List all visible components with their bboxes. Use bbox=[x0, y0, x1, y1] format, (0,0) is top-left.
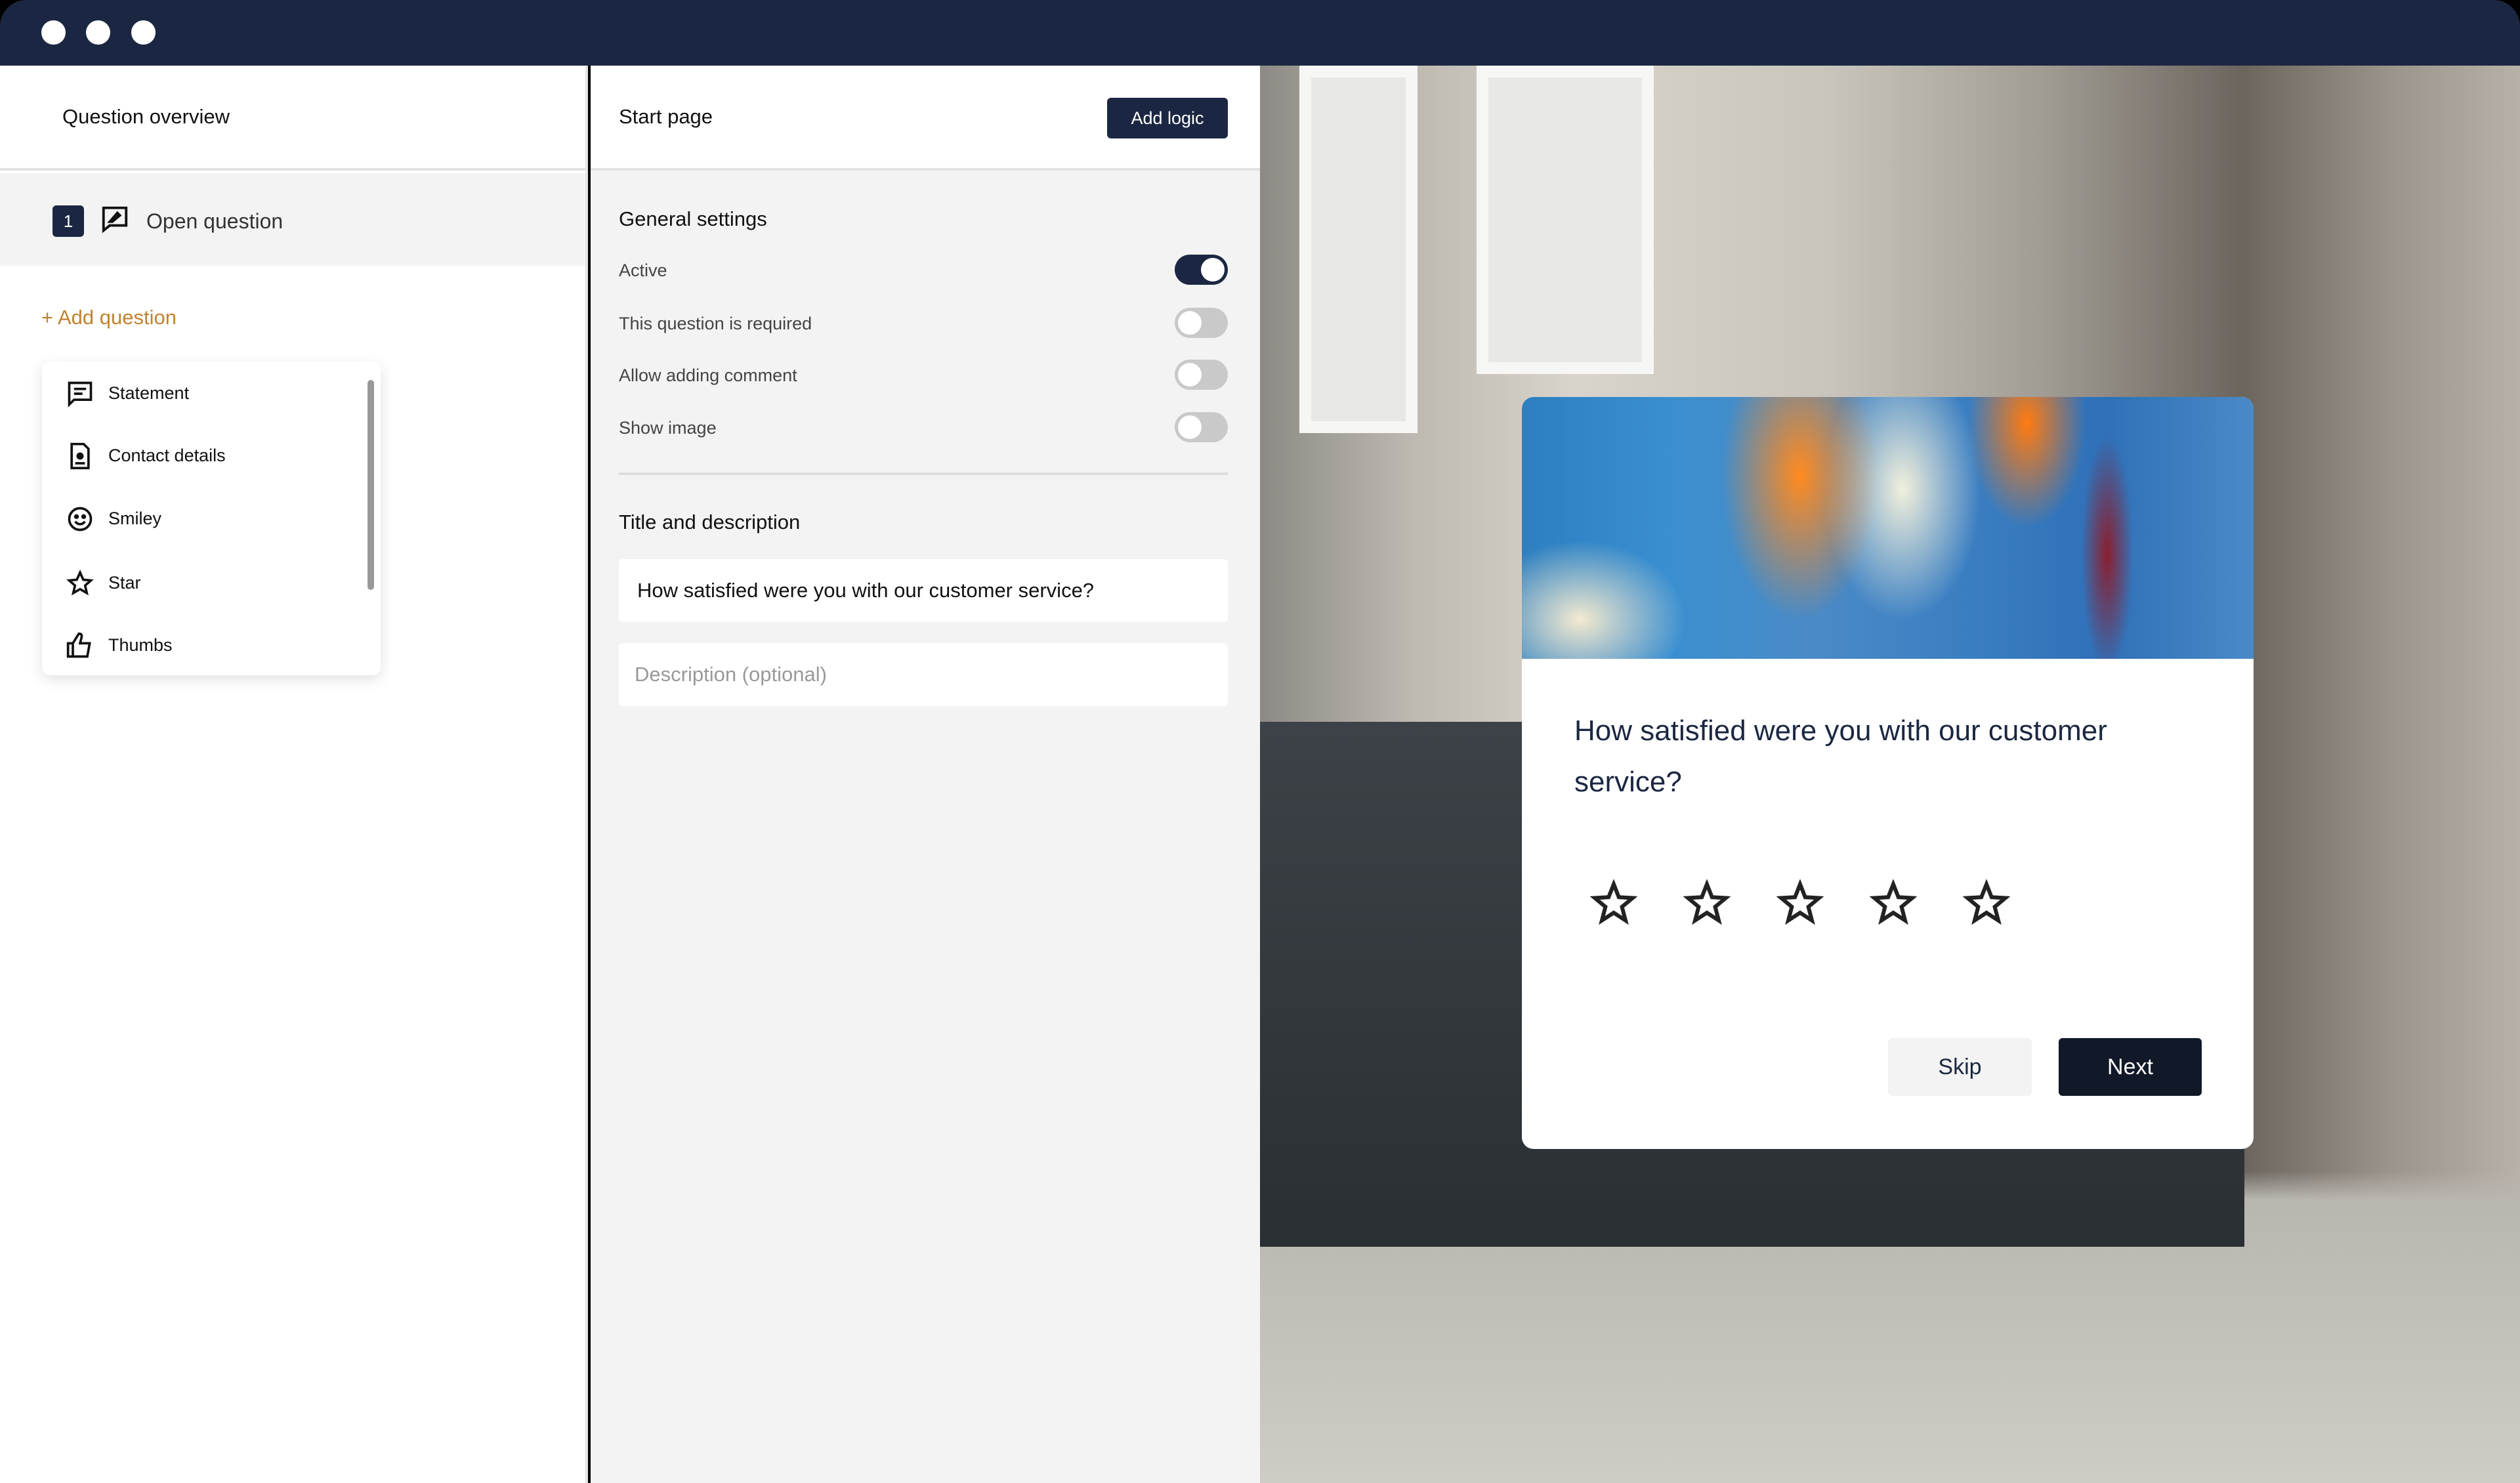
survey-card: How satisfied were you with our customer… bbox=[1522, 397, 2254, 1149]
setting-label-show-image: Show image bbox=[619, 418, 717, 438]
menu-item-label: Star bbox=[108, 573, 141, 593]
question-label: Open question bbox=[146, 209, 284, 233]
question-settings-panel: Start page Add logic General settings Ac… bbox=[591, 66, 1260, 1483]
show-image-toggle[interactable] bbox=[1175, 412, 1228, 442]
rating-star-2[interactable] bbox=[1683, 879, 1731, 927]
next-button[interactable]: Next bbox=[2059, 1038, 2202, 1096]
thumbs-up-icon bbox=[66, 632, 91, 658]
survey-preview: How satisfied were you with our customer… bbox=[1260, 66, 2520, 1483]
menu-scrollbar[interactable] bbox=[368, 380, 374, 590]
star-icon bbox=[66, 570, 94, 596]
window-titlebar bbox=[0, 0, 2520, 66]
menu-item-thumbs[interactable]: Thumbs bbox=[42, 618, 357, 671]
window-maximize-dot[interactable] bbox=[131, 20, 156, 45]
setting-label-active: Active bbox=[619, 261, 667, 280]
smiley-icon bbox=[68, 507, 93, 532]
allow-comment-toggle[interactable] bbox=[1175, 360, 1228, 390]
menu-item-label: Thumbs bbox=[108, 635, 173, 655]
skip-button[interactable]: Skip bbox=[1888, 1038, 2032, 1096]
panel-title: Question overview bbox=[62, 105, 230, 128]
title-input[interactable] bbox=[619, 559, 1228, 622]
background-window bbox=[1299, 66, 1418, 433]
general-settings-heading: General settings bbox=[619, 207, 767, 230]
divider bbox=[619, 472, 1228, 475]
menu-item-smiley[interactable]: Smiley bbox=[42, 491, 357, 544]
setting-label-comment: Allow adding comment bbox=[619, 366, 797, 385]
rating-star-4[interactable] bbox=[1869, 879, 1918, 927]
contact-card-icon bbox=[70, 442, 90, 470]
panel-header: Question overview bbox=[0, 66, 585, 171]
menu-item-star[interactable]: Star bbox=[42, 556, 357, 608]
active-toggle[interactable] bbox=[1175, 255, 1228, 285]
rating-star-5[interactable] bbox=[1962, 879, 2011, 927]
rating-star-3[interactable] bbox=[1776, 879, 1824, 927]
window-minimize-dot[interactable] bbox=[86, 20, 110, 45]
window-close-dot[interactable] bbox=[41, 20, 66, 45]
panel-header: Start page Add logic bbox=[591, 66, 1260, 171]
setting-label-required: This question is required bbox=[619, 314, 812, 333]
question-overview-panel: Question overview 1 Open question + Add … bbox=[0, 66, 588, 1483]
menu-item-label: Contact details bbox=[108, 446, 226, 465]
question-number-badge: 1 bbox=[52, 205, 84, 237]
statement-icon bbox=[68, 381, 93, 407]
question-item-open-question[interactable]: 1 Open question bbox=[0, 173, 585, 266]
title-description-heading: Title and description bbox=[619, 511, 801, 533]
required-toggle[interactable] bbox=[1175, 308, 1228, 338]
rating-star-1[interactable] bbox=[1589, 879, 1638, 927]
question-type-menu: Statement Contact details Smiley Star Th… bbox=[42, 362, 381, 675]
menu-item-contact-details[interactable]: Contact details bbox=[42, 428, 357, 481]
header-image bbox=[1522, 397, 2254, 659]
description-input[interactable] bbox=[619, 643, 1228, 706]
menu-item-statement[interactable]: Statement bbox=[42, 366, 357, 419]
survey-question: How satisfied were you with our customer… bbox=[1574, 715, 2107, 798]
menu-item-label: Smiley bbox=[108, 509, 162, 528]
background-window bbox=[1477, 66, 1654, 374]
add-logic-button[interactable]: Add logic bbox=[1107, 98, 1228, 138]
panel-title: Start page bbox=[619, 105, 713, 128]
open-question-icon bbox=[102, 206, 128, 234]
add-question-button[interactable]: + Add question bbox=[41, 306, 177, 329]
menu-item-label: Statement bbox=[108, 383, 190, 403]
